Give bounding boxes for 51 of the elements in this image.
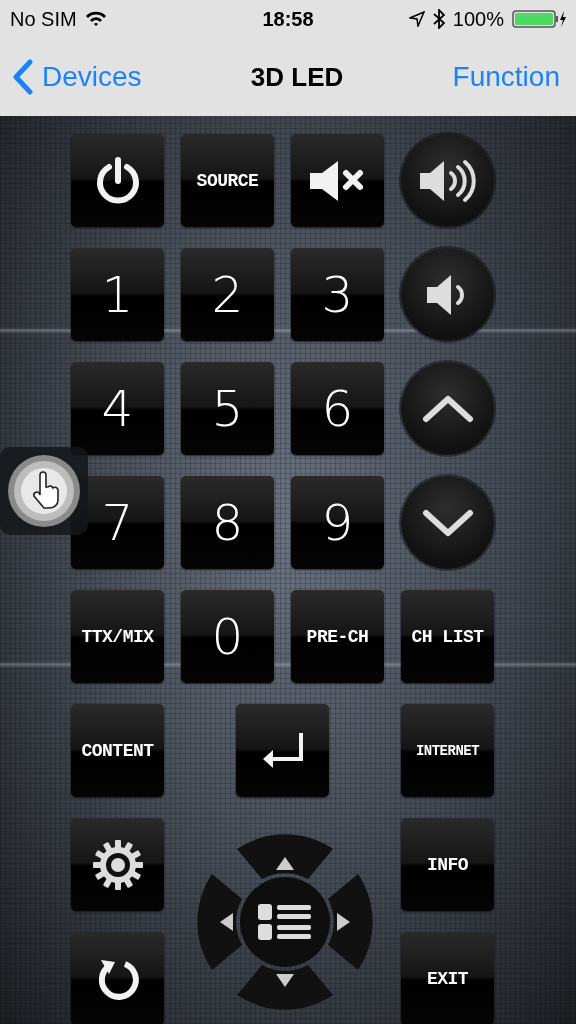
battery-percent: 100% xyxy=(452,7,504,31)
right-arrow-button[interactable] xyxy=(327,873,373,970)
remote-key[interactable]: CH LIST xyxy=(401,590,494,683)
location-arrow-icon xyxy=(408,11,425,27)
pointing-hand-icon xyxy=(6,453,82,529)
chevron-down-icon xyxy=(421,508,474,537)
refresh-button[interactable] xyxy=(71,932,164,1024)
triangle-up-icon xyxy=(275,856,294,870)
chevron-up-icon xyxy=(421,394,474,423)
number-key[interactable]: 3 xyxy=(291,248,384,341)
number-key[interactable]: 4 xyxy=(71,362,164,455)
channel-down-button[interactable] xyxy=(401,476,494,569)
channel-up-button[interactable] xyxy=(401,362,494,455)
assistive-touch-button[interactable] xyxy=(0,447,88,535)
remote-key[interactable]: SOURCE xyxy=(181,134,274,227)
volume-down-button[interactable] xyxy=(401,248,494,341)
number-key[interactable]: 0 xyxy=(181,590,274,683)
battery-charging-icon xyxy=(512,10,566,28)
speaker-loud-icon xyxy=(417,158,478,203)
down-arrow-button[interactable] xyxy=(236,964,333,1010)
number-key[interactable]: 2 xyxy=(181,248,274,341)
mute-button[interactable] xyxy=(291,134,384,227)
carrier-label: No SIM xyxy=(10,7,77,31)
remote-key[interactable]: INFO xyxy=(401,818,494,911)
screen-title: 3D LED xyxy=(250,61,344,93)
enter-button[interactable] xyxy=(236,704,329,797)
wifi-icon xyxy=(84,11,107,27)
gear-icon xyxy=(90,837,145,892)
up-arrow-button[interactable] xyxy=(236,833,333,879)
remote-key[interactable]: TTX/MIX xyxy=(71,590,164,683)
remote-key[interactable]: INTERNET xyxy=(401,704,494,797)
chevron-left-icon xyxy=(12,59,34,95)
number-key[interactable]: 1 xyxy=(71,248,164,341)
left-arrow-button[interactable] xyxy=(196,873,242,970)
triangle-right-icon xyxy=(336,912,350,931)
power-button[interactable] xyxy=(71,134,164,227)
bluetooth-icon xyxy=(432,9,445,29)
remote-key[interactable]: CONTENT xyxy=(71,704,164,797)
menu-list-icon xyxy=(257,903,311,940)
number-key[interactable]: 5 xyxy=(181,362,274,455)
triangle-down-icon xyxy=(275,973,294,987)
settings-button[interactable] xyxy=(71,818,164,911)
clock-time: 18:58 xyxy=(262,7,314,31)
number-key[interactable]: 8 xyxy=(181,476,274,569)
remote-key[interactable]: EXIT xyxy=(401,932,494,1024)
remote-key[interactable]: PRE-CH xyxy=(291,590,384,683)
power-icon xyxy=(94,156,141,205)
number-key[interactable]: 9 xyxy=(291,476,384,569)
volume-up-button[interactable] xyxy=(401,134,494,227)
triangle-left-icon xyxy=(219,912,233,931)
number-key[interactable]: 6 xyxy=(291,362,384,455)
